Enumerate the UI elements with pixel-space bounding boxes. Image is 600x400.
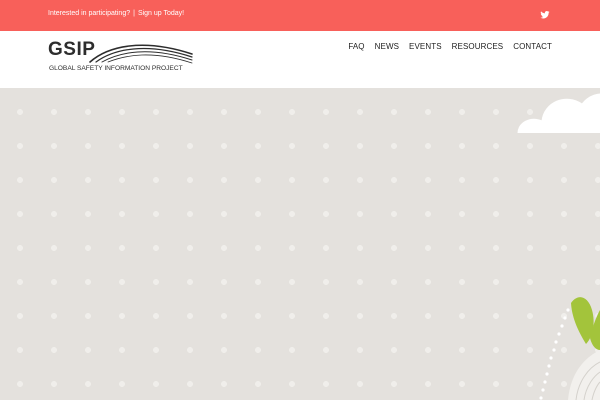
signup-link[interactable]: Sign up Today! (138, 10, 184, 17)
nav-item-contact[interactable]: CONTACT (513, 42, 552, 51)
site-logo[interactable]: GSIP GLOBAL SAFETY INFORMATION PROJECT (48, 40, 194, 76)
nav-item-events[interactable]: EVENTS (409, 42, 442, 51)
logo-swoosh-icon (89, 44, 193, 64)
top-bar: Interested in participating? | Sign up Tod… (0, 0, 600, 31)
nav-item-resources[interactable]: RESOURCES (452, 42, 504, 51)
promo-text: Interested in participating? | Sign up Tod… (48, 10, 184, 17)
main-nav: FAQ NEWS EVENTS RESOURCES CONTACT (348, 42, 552, 51)
logo-subtitle: GLOBAL SAFETY INFORMATION PROJECT (49, 65, 183, 72)
nav-item-news[interactable]: NEWS (375, 42, 399, 51)
hero-illustration (517, 93, 600, 400)
promo-separator: | (133, 10, 135, 17)
plant-icon (539, 297, 600, 400)
nav-item-faq[interactable]: FAQ (348, 42, 364, 51)
hero-section (0, 88, 600, 400)
cloud-icon (517, 93, 600, 134)
twitter-icon[interactable] (540, 7, 550, 19)
promo-question: Interested in participating? (48, 10, 131, 17)
